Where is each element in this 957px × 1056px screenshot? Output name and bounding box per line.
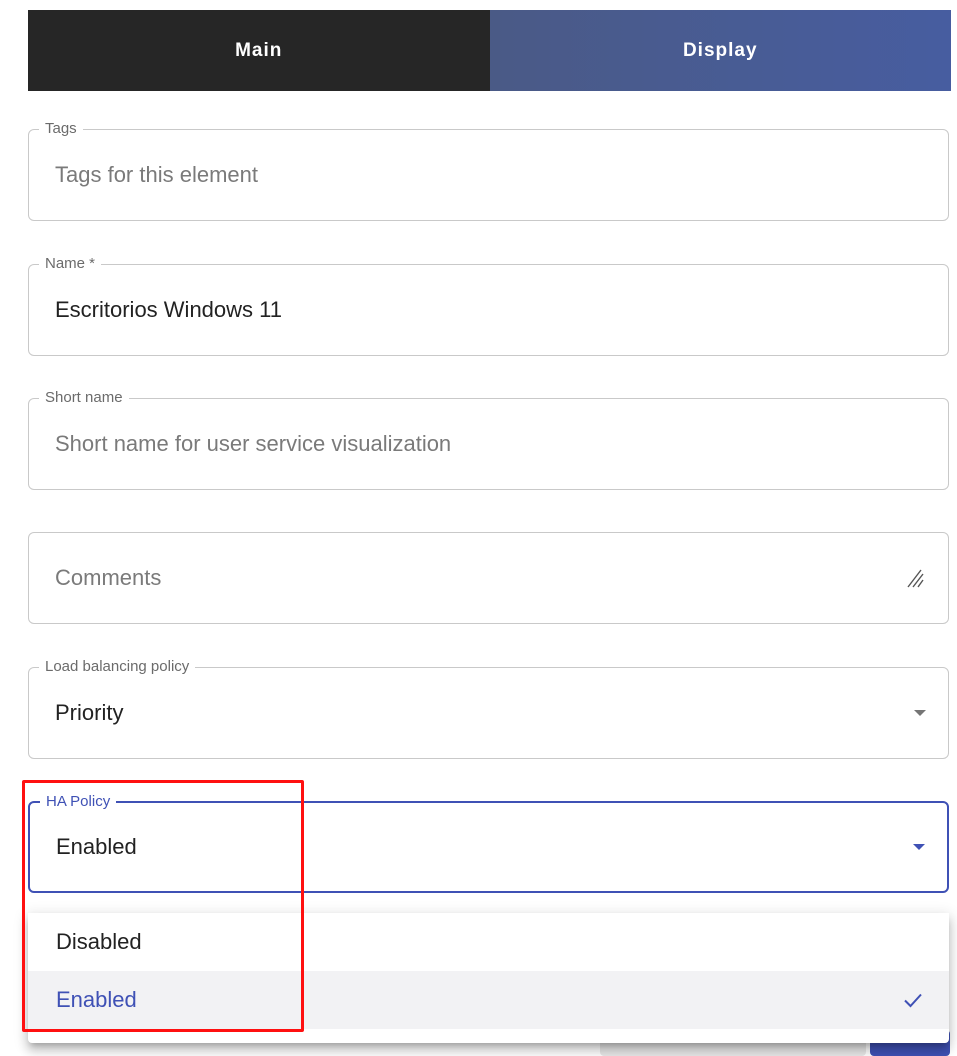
resize-handle-icon[interactable] [904, 568, 924, 588]
option-label: Disabled [56, 929, 142, 954]
short-name-field[interactable]: Short name Short name for user service v… [28, 388, 949, 490]
option-label: Enabled [56, 987, 137, 1012]
load-balancing-value: Priority [55, 700, 124, 725]
tab-display[interactable]: Display [489, 10, 951, 91]
tags-field[interactable]: Tags Tags for this element [28, 119, 949, 221]
comments-field[interactable]: Comments [28, 532, 949, 624]
load-balancing-label: Load balancing policy [39, 657, 196, 677]
name-field[interactable]: Name * Escritorios Windows 11 [28, 254, 949, 356]
tab-bar: Main Display [28, 10, 951, 91]
chevron-down-icon [913, 844, 925, 850]
ha-policy-label: HA Policy [40, 792, 117, 812]
comments-placeholder: Comments [55, 565, 162, 590]
short-name-label: Short name [39, 388, 129, 408]
tags-placeholder: Tags for this element [55, 162, 258, 187]
option-enabled[interactable]: Enabled [28, 971, 949, 1029]
tab-main[interactable]: Main [28, 10, 490, 91]
short-name-placeholder: Short name for user service visualizatio… [55, 431, 452, 456]
tags-label: Tags [39, 119, 83, 139]
ha-policy-dropdown: Disabled Enabled [28, 913, 949, 1043]
ha-policy-value: Enabled [56, 834, 137, 859]
option-disabled[interactable]: Disabled [28, 913, 949, 971]
load-balancing-select[interactable]: Load balancing policy Priority [28, 657, 949, 759]
chevron-down-icon [914, 710, 926, 716]
check-icon [904, 993, 922, 1008]
name-label: Name * [39, 254, 102, 274]
name-value: Escritorios Windows 11 [55, 297, 282, 322]
ha-policy-select[interactable]: HA Policy Enabled [28, 792, 949, 893]
